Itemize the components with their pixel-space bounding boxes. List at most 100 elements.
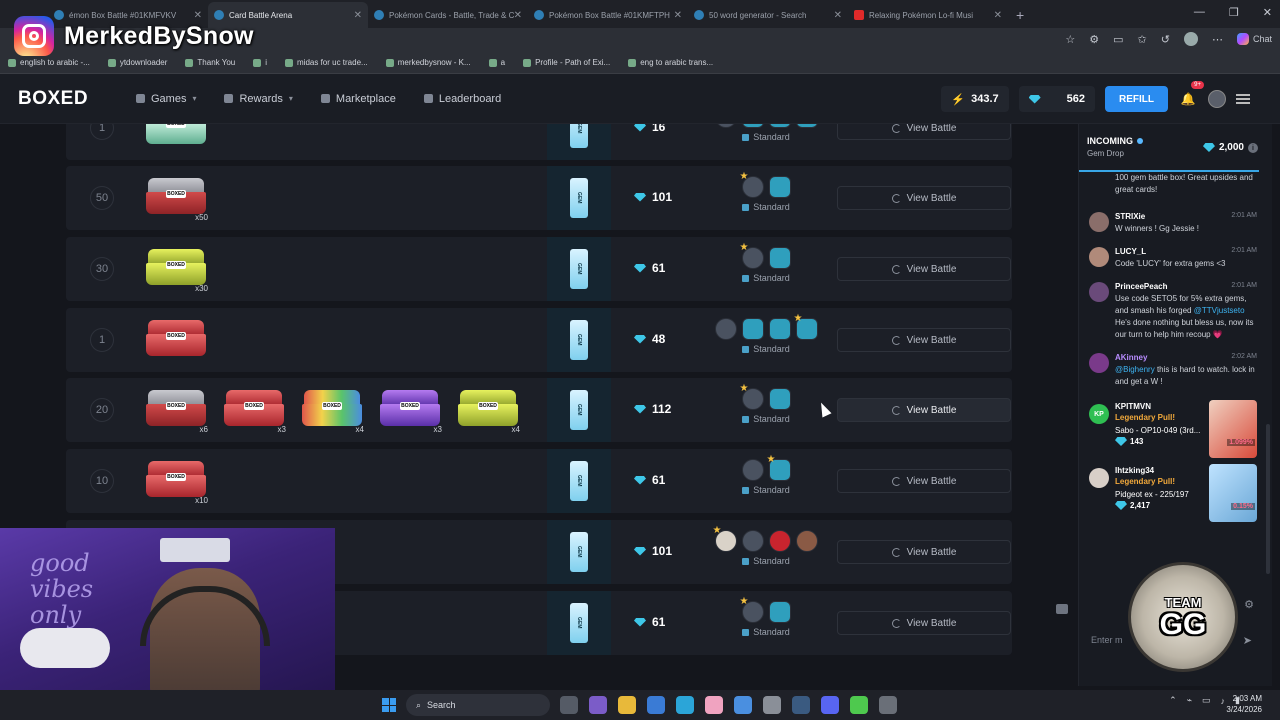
site-logo[interactable]: BOXED — [18, 88, 108, 110]
close-tab-icon[interactable]: ✕ — [994, 10, 1002, 21]
nav-games[interactable]: Games ▾ — [136, 93, 196, 105]
close-tab-icon[interactable]: ✕ — [514, 10, 522, 21]
more-menu-icon[interactable]: ⋯ — [1212, 33, 1223, 46]
player-avatar[interactable] — [795, 530, 818, 552]
bookmark[interactable]: english to arabic -... — [8, 58, 90, 67]
bot-avatar[interactable] — [767, 454, 791, 481]
player-avatar[interactable] — [740, 242, 764, 269]
teams-icon[interactable] — [589, 696, 607, 714]
chat-mention[interactable]: @Bighenry — [1115, 365, 1155, 374]
player-avatar[interactable] — [740, 596, 764, 623]
bot-avatar[interactable] — [768, 388, 791, 410]
network-icon[interactable]: ⌁ — [1187, 695, 1192, 706]
nav-marketplace[interactable]: Marketplace — [320, 93, 396, 105]
bookmark[interactable]: ytdownloader — [107, 58, 167, 67]
view-battle-button[interactable]: View Battle — [837, 540, 1011, 564]
close-tab-icon[interactable]: ✕ — [834, 10, 842, 21]
edge-icon[interactable] — [676, 696, 694, 714]
notifications-button[interactable]: 🔔 9+ — [1178, 81, 1204, 109]
chat-button[interactable]: Chat — [1236, 33, 1272, 45]
taskbar-search[interactable]: ⌕ Search — [406, 694, 550, 716]
browser-tab[interactable]: Pokémon Cards - Battle, Trade & C ✕ — [368, 2, 528, 28]
store-icon[interactable] — [647, 696, 665, 714]
extensions-icon[interactable]: ⚙ — [1089, 33, 1099, 46]
player-avatar[interactable] — [713, 525, 737, 552]
maximize-icon[interactable]: ❐ — [1229, 6, 1239, 19]
vscode-icon[interactable] — [734, 696, 752, 714]
player-avatar[interactable] — [741, 459, 764, 481]
legendary-pull[interactable]: Ihtzking34 Legendary Pull! Pidgeot ex - 22… — [1087, 464, 1257, 522]
close-tab-icon[interactable]: ✕ — [354, 10, 362, 21]
view-battle-button[interactable]: View Battle — [837, 611, 1011, 635]
player-avatar[interactable] — [740, 171, 764, 198]
chat-scrollbar[interactable] — [1266, 424, 1270, 574]
task-view-icon[interactable] — [560, 696, 578, 714]
bookmark[interactable]: Thank You — [185, 58, 235, 67]
user-avatar[interactable] — [1208, 90, 1226, 108]
bot-avatar[interactable] — [768, 247, 791, 269]
send-icon[interactable]: ➤ — [1243, 634, 1252, 647]
bookmark[interactable]: eng to arabic trans... — [628, 58, 713, 67]
bot-avatar[interactable] — [768, 318, 791, 340]
chat-avatar[interactable] — [1089, 247, 1109, 267]
view-battle-button[interactable]: View Battle — [837, 398, 1011, 422]
browser-tab[interactable]: Pokémon Box Battle #01KMFTPH ✕ — [528, 2, 688, 28]
file-explorer-icon[interactable] — [618, 696, 636, 714]
display-icon[interactable]: ▭ — [1202, 695, 1211, 706]
profile-avatar[interactable] — [1183, 32, 1198, 46]
gem-balance[interactable]: 562 — [1018, 86, 1095, 112]
close-tab-icon[interactable]: ✕ — [674, 10, 682, 21]
player-avatar[interactable] — [714, 318, 737, 340]
clock[interactable]: 2:03 AM 3/24/2026 — [1226, 693, 1262, 715]
steam-icon[interactable] — [792, 696, 810, 714]
nav-leaderboard[interactable]: Leaderboard — [423, 93, 501, 105]
close-window-icon[interactable]: ✕ — [1263, 6, 1272, 19]
chat-avatar[interactable] — [1089, 212, 1109, 232]
bot-avatar[interactable] — [741, 124, 764, 128]
player-avatar[interactable] — [740, 383, 764, 410]
chat-mention[interactable]: @TTVjustseto — [1194, 306, 1245, 315]
split-screen-icon[interactable]: ▭ — [1113, 33, 1123, 46]
settings-icon[interactable] — [763, 696, 781, 714]
bot-avatar[interactable] — [768, 601, 791, 623]
bookmark[interactable]: Profile - Path of Exi... — [523, 58, 610, 67]
discord-icon[interactable] — [821, 696, 839, 714]
browser-tab[interactable]: 50 word generator - Search ✕ — [688, 2, 848, 28]
legendary-pull[interactable]: KP KPITMVN Legendary Pull! Sabo - OP10-049 … — [1087, 400, 1257, 458]
volume-icon[interactable]: ♪ — [1221, 696, 1226, 706]
bot-avatar[interactable] — [768, 176, 791, 198]
player-avatar[interactable] — [714, 124, 737, 128]
chat-settings-icon[interactable]: ⚙ — [1244, 598, 1254, 611]
player-avatar[interactable] — [741, 530, 764, 552]
bot-avatar[interactable] — [794, 313, 818, 340]
view-battle-button[interactable]: View Battle — [837, 328, 1011, 352]
chat-avatar[interactable] — [1089, 353, 1109, 373]
xbox-icon[interactable] — [850, 696, 868, 714]
view-battle-button[interactable]: View Battle — [837, 186, 1011, 210]
bookmark[interactable]: i — [253, 58, 267, 67]
bot-avatar[interactable] — [768, 124, 791, 128]
energy-balance[interactable]: ⚡ 343.7 — [941, 86, 1009, 112]
view-battle-button[interactable]: View Battle — [837, 257, 1011, 281]
bot-avatar[interactable] — [741, 318, 764, 340]
bookmark[interactable]: merkedbysnow - K... — [385, 58, 471, 67]
obs-icon[interactable] — [879, 696, 897, 714]
bookmark[interactable]: midas for uc trade... — [285, 58, 368, 67]
info-icon[interactable]: i — [1248, 143, 1258, 153]
favorites-icon[interactable]: ✩ — [1138, 33, 1147, 46]
chat-toggle-icon[interactable] — [1056, 604, 1068, 614]
new-tab-button[interactable]: + — [1008, 2, 1032, 28]
menu-icon[interactable] — [1236, 94, 1250, 104]
chevron-up-icon[interactable]: ⌃ — [1169, 695, 1177, 706]
history-icon[interactable]: ↺ — [1161, 33, 1170, 46]
refill-button[interactable]: REFILL — [1105, 86, 1168, 112]
chat-avatar[interactable] — [1089, 282, 1109, 302]
player-avatar[interactable] — [768, 530, 791, 552]
favorite-star-icon[interactable]: ☆ — [1065, 33, 1075, 46]
browser-tab[interactable]: Relaxing Pokémon Lo-fi Musi ✕ — [848, 2, 1008, 28]
nav-rewards[interactable]: Rewards ▾ — [224, 93, 293, 105]
view-battle-button[interactable]: View Battle — [837, 124, 1011, 140]
view-battle-button[interactable]: View Battle — [837, 469, 1011, 493]
bot-avatar[interactable] — [795, 124, 818, 128]
start-button[interactable] — [382, 698, 396, 712]
